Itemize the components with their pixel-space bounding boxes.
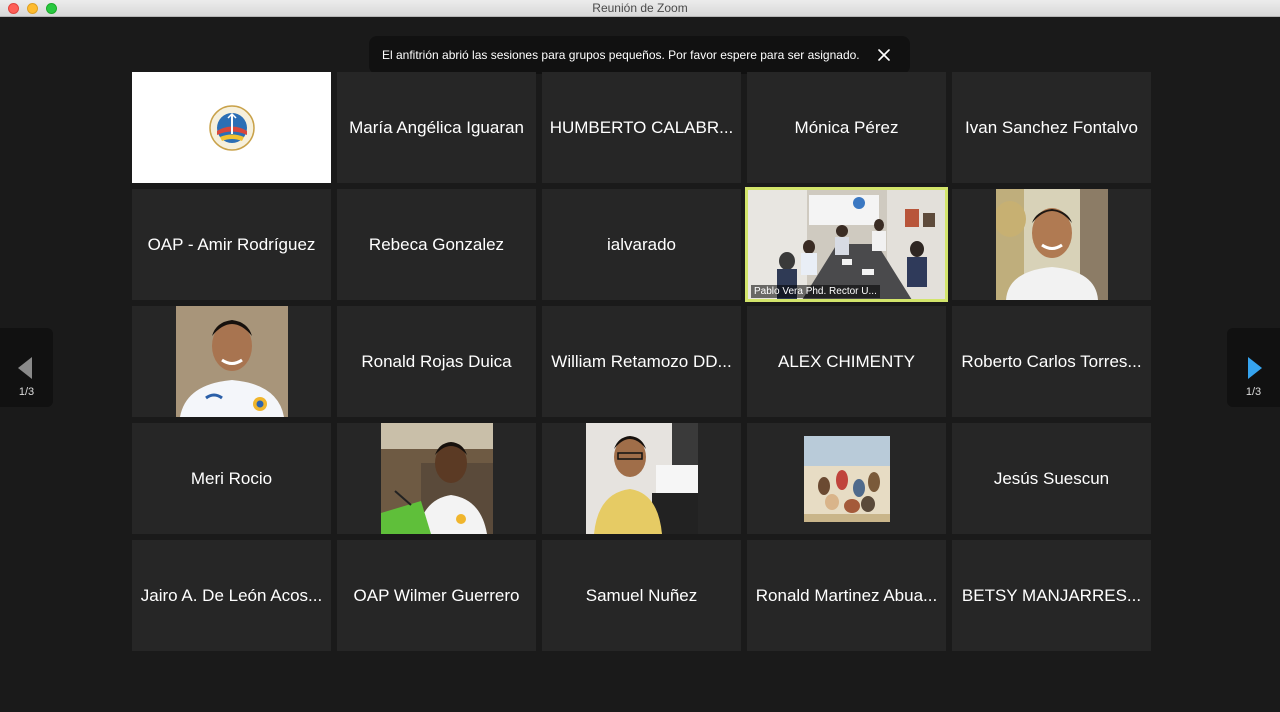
participant-name: María Angélica Iguaran	[349, 117, 524, 137]
participant-name: OAP Wilmer Guerrero	[353, 585, 520, 605]
profile-painting	[803, 435, 890, 522]
active-speaker-tile[interactable]: Pablo Vera Phd. Rector U...	[745, 187, 948, 302]
participant-tile[interactable]	[132, 72, 331, 183]
participant-tile[interactable]	[337, 423, 536, 534]
participant-tile[interactable]: ialvarado	[542, 189, 741, 300]
video-feed	[747, 189, 946, 300]
profile-photo	[586, 423, 698, 534]
participant-name: ALEX CHIMENTY	[778, 351, 915, 371]
participant-tile[interactable]: William Retamozo DD...	[542, 306, 741, 417]
participant-tile[interactable]: OAP Wilmer Guerrero	[337, 540, 536, 651]
participant-name: ialvarado	[607, 234, 676, 254]
participant-tile[interactable]: Roberto Carlos Torres...	[952, 306, 1151, 417]
participant-name: Ivan Sanchez Fontalvo	[965, 117, 1138, 137]
notification-text: El anfitrión abrió las sesiones para gru…	[382, 48, 860, 62]
participant-name: Pablo Vera Phd. Rector U...	[751, 285, 880, 298]
participant-name: William Retamozo DD...	[551, 351, 732, 371]
participant-tile[interactable]: ALEX CHIMENTY	[747, 306, 946, 417]
next-page-button[interactable]: 1/3	[1227, 328, 1280, 407]
participant-name: BETSY MANJARRES...	[961, 585, 1142, 605]
participant-name: Jesús Suescun	[993, 468, 1110, 488]
participant-name: Ronald Martinez Abua...	[755, 585, 938, 605]
window-title: Reunión de Zoom	[592, 1, 688, 15]
participant-tile[interactable]: Ivan Sanchez Fontalvo	[952, 72, 1151, 183]
breakout-notification: El anfitrión abrió las sesiones para gru…	[369, 36, 910, 74]
participant-name: OAP - Amir Rodríguez	[147, 234, 316, 254]
participant-tile[interactable]: OAP - Amir Rodríguez	[132, 189, 331, 300]
page-indicator: 1/3	[18, 386, 35, 398]
profile-photo	[996, 189, 1108, 300]
participant-tile[interactable]: Rebeca Gonzalez	[337, 189, 536, 300]
participant-name: Jairo A. De León Acos...	[140, 585, 323, 605]
participant-gallery: María Angélica Iguaran HUMBERTO CALABR..…	[132, 72, 1151, 651]
participant-tile[interactable]: Samuel Nuñez	[542, 540, 741, 651]
participant-tile[interactable]	[542, 423, 741, 534]
participant-tile[interactable]: HUMBERTO CALABR...	[542, 72, 741, 183]
participant-name: HUMBERTO CALABR...	[549, 117, 734, 137]
participant-name: Mónica Pérez	[794, 117, 899, 137]
participant-name: Meri Rocio	[190, 468, 273, 488]
participant-name: Roberto Carlos Torres...	[961, 351, 1142, 371]
participant-tile[interactable]: María Angélica Iguaran	[337, 72, 536, 183]
participant-tile[interactable]: Ronald Rojas Duica	[337, 306, 536, 417]
participant-tile[interactable]	[132, 306, 331, 417]
university-logo	[208, 104, 255, 151]
participant-tile[interactable]	[952, 189, 1151, 300]
participant-name: Rebeca Gonzalez	[368, 234, 505, 254]
participant-tile[interactable]: Meri Rocio	[132, 423, 331, 534]
participant-tile[interactable]: Jesús Suescun	[952, 423, 1151, 534]
previous-page-button[interactable]: 1/3	[0, 328, 53, 407]
participant-tile[interactable]: Jairo A. De León Acos...	[132, 540, 331, 651]
notification-close-button[interactable]	[875, 46, 893, 64]
participant-name: Ronald Rojas Duica	[361, 351, 512, 371]
profile-photo	[176, 306, 288, 417]
chevron-left-icon	[18, 357, 32, 379]
page-indicator: 1/3	[1245, 386, 1262, 398]
window-titlebar: Reunión de Zoom	[0, 0, 1280, 17]
participant-tile[interactable]	[747, 423, 946, 534]
participant-tile[interactable]: BETSY MANJARRES...	[952, 540, 1151, 651]
participant-tile[interactable]: Ronald Martinez Abua...	[747, 540, 946, 651]
chevron-right-icon	[1248, 357, 1262, 379]
participant-name: Samuel Nuñez	[585, 585, 698, 605]
participant-tile[interactable]: Mónica Pérez	[747, 72, 946, 183]
profile-photo	[381, 423, 493, 534]
close-icon	[878, 49, 890, 61]
